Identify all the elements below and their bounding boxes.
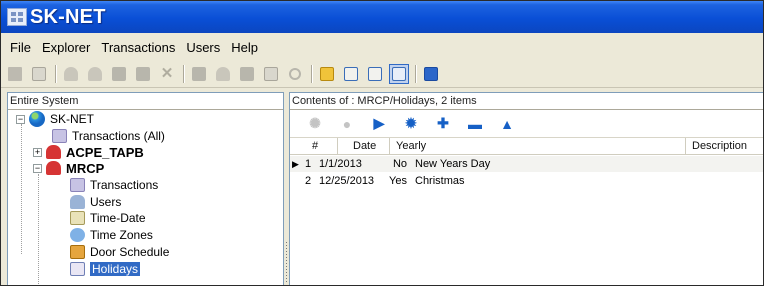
tree-node-label: Time-Date (90, 211, 146, 225)
next-icon[interactable]: ▶ (372, 115, 386, 131)
menu-users[interactable]: Users (181, 40, 226, 55)
tree-node-label: Holidays (90, 262, 141, 276)
tree-node-transactions-all[interactable]: Transactions (All) (52, 128, 165, 144)
tree-panel: Entire System − SK-NET Transactions (All… (7, 92, 284, 285)
menu-file[interactable]: File (5, 40, 37, 55)
tree-node-mrcp[interactable]: − MRCP (33, 160, 104, 176)
cell-description: New Years Day (415, 158, 491, 170)
column-header-number[interactable]: # (308, 138, 338, 154)
toolbar-separator (415, 64, 417, 83)
tree-node-label: Time Zones (90, 228, 153, 242)
add-icon[interactable]: ✚ (436, 115, 450, 131)
tree-node-holidays[interactable]: Holidays (70, 261, 141, 277)
cell-yearly: Yes (389, 175, 407, 187)
main-toolbar: ✕ (1, 60, 763, 88)
cell-number: 2 (305, 175, 312, 187)
app-window: SK-NET File Explorer Transactions Users … (0, 0, 764, 286)
tree-node-label: Users (90, 195, 122, 209)
tree-line (38, 174, 39, 285)
tree-node-label: Door Schedule (90, 245, 170, 259)
tree-line (21, 124, 22, 254)
prev-icon[interactable]: ● (340, 116, 354, 132)
tree-node-label: SK-NET (50, 112, 95, 126)
tree-node-time-date[interactable]: Time-Date (70, 210, 146, 226)
cell-description: Christmas (415, 175, 465, 187)
users-icon (70, 195, 85, 209)
cell-date: 1/1/2013 (319, 158, 362, 170)
column-header-date[interactable]: Date (338, 138, 390, 154)
tree-node-time-zones[interactable]: Time Zones (70, 227, 153, 243)
remove-icon[interactable]: ▬ (468, 116, 482, 132)
window-title: SK-NET (30, 5, 106, 28)
collapse-icon[interactable]: − (16, 114, 25, 124)
delete-icon[interactable]: ✕ (157, 64, 177, 84)
calendar-month-icon[interactable] (389, 63, 409, 84)
content-panel: Contents of : MRCP/Holidays, 2 items ✺ ●… (289, 92, 763, 285)
tree-node-door-schedule[interactable]: Door Schedule (70, 244, 169, 260)
calendar-week-icon[interactable] (365, 64, 385, 84)
grid-toolbar: ✺ ● ▶ ✹ ✚ ▬ ▲ (290, 110, 763, 138)
transactions-icon (70, 178, 85, 192)
tree-node-label: ACPE_TAPB (66, 144, 144, 160)
expand-icon[interactable]: + (33, 147, 42, 157)
site-icon (46, 161, 61, 175)
column-header-yearly[interactable]: Yearly (390, 138, 686, 154)
print-icon[interactable] (5, 64, 25, 84)
menu-bar: File Explorer Transactions Users Help (1, 37, 763, 57)
table-row[interactable]: 2 12/25/2013 Yes Christmas (290, 173, 763, 189)
tree-node-label: Transactions (All) (72, 129, 165, 143)
site-icon (46, 145, 61, 159)
grid-header: # Date Yearly Description (290, 138, 763, 155)
content-panel-header: Contents of : MRCP/Holidays, 2 items (290, 93, 763, 110)
collapse-icon[interactable]: − (33, 163, 42, 173)
refresh-icon[interactable] (285, 64, 305, 84)
document-icon[interactable] (29, 64, 49, 84)
toolbar-separator (311, 64, 313, 83)
calendar-day-icon[interactable] (341, 64, 361, 84)
users-alt-icon[interactable] (85, 64, 105, 84)
column-header-description[interactable]: Description (686, 138, 763, 154)
toolbar-separator (55, 64, 57, 83)
menu-transactions[interactable]: Transactions (96, 40, 181, 55)
calendar-app-icon[interactable] (421, 64, 441, 84)
tree-node-users[interactable]: Users (70, 194, 121, 210)
first-icon[interactable]: ✺ (308, 115, 322, 131)
time-zones-icon (70, 228, 85, 242)
menu-help[interactable]: Help (226, 40, 264, 55)
table-row[interactable]: ▶ 1 1/1/2013 No New Years Day (290, 156, 763, 172)
tree-node-label: MRCP (66, 160, 105, 176)
upload-icon[interactable] (317, 64, 337, 84)
cell-number: 1 (305, 158, 312, 170)
title-bar[interactable]: SK-NET (1, 1, 763, 33)
book-icon[interactable] (189, 64, 209, 84)
globe-icon (29, 111, 45, 127)
door-schedule-icon (70, 245, 85, 259)
row-pointer-icon: ▶ (292, 158, 299, 169)
tree-node-label: Transactions (90, 178, 159, 192)
lock-icon[interactable] (237, 64, 257, 84)
cell-date: 12/25/2013 (319, 175, 375, 187)
tree-panel-header: Entire System (8, 93, 283, 110)
time-date-icon (70, 211, 85, 225)
menu-explorer[interactable]: Explorer (37, 40, 96, 55)
monitor-icon[interactable] (261, 64, 281, 84)
transactions-icon (52, 129, 67, 143)
app-icon (7, 8, 27, 26)
tree-node-transactions[interactable]: Transactions (70, 177, 158, 193)
last-icon[interactable]: ✹ (404, 115, 418, 131)
grid-header-indicator (290, 138, 308, 154)
tree-node-sk-net[interactable]: − SK-NET (16, 111, 94, 127)
cell-yearly: No (392, 158, 407, 170)
badge-icon[interactable] (213, 64, 233, 84)
users-icon[interactable] (61, 64, 81, 84)
toolbar-separator (183, 64, 185, 83)
tree-view: − SK-NET Transactions (All) + ACPE_TAPB … (8, 110, 283, 285)
card-alt-icon[interactable] (133, 64, 153, 84)
holidays-icon (70, 262, 85, 276)
move-up-icon[interactable]: ▲ (500, 116, 514, 132)
card-icon[interactable] (109, 64, 129, 84)
tree-node-acpe-tapb[interactable]: + ACPE_TAPB (33, 144, 144, 160)
